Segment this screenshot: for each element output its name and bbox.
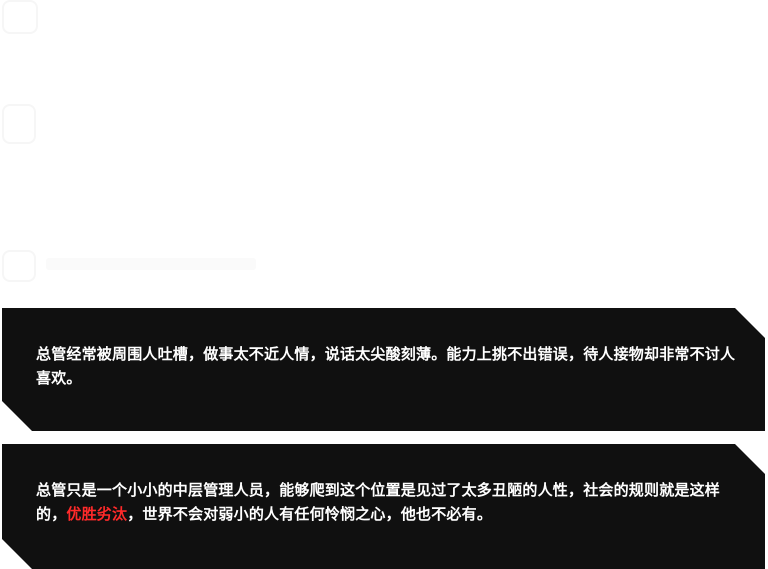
- text-panel-1: 总管经常被周围人吐槽，做事太不近人情，说话太尖酸刻薄。能力上挑不出错误，待人接物…: [2, 308, 765, 431]
- text-panel-2: 总管只是一个小小的中层管理人员，能够爬到这个位置是见过了太多丑陋的人性，社会的规…: [2, 444, 765, 569]
- panel-1-text: 总管经常被周围人吐槽，做事太不近人情，说话太尖酸刻薄。能力上挑不出错误，待人接物…: [36, 345, 736, 387]
- faded-caption-line: [46, 258, 256, 270]
- faded-top-icon: [2, 0, 38, 34]
- panel-2-text-after: ，世界不会对弱小的人有任何怜悯之心，他也不必有。: [127, 505, 493, 523]
- panel-2-paragraph: 总管只是一个小小的中层管理人员，能够爬到这个位置是见过了太多丑陋的人性，社会的规…: [36, 444, 745, 526]
- faded-bottom-icon: [2, 250, 36, 282]
- faded-middle-icon: [2, 104, 36, 144]
- panel-2-highlight: 优胜劣汰: [66, 505, 128, 523]
